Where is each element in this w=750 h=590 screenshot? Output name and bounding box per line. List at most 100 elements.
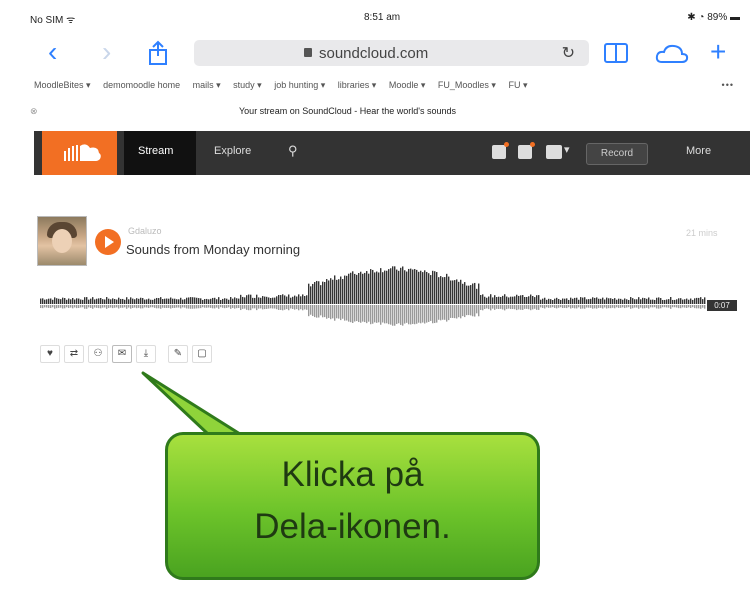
bookmarks-more[interactable]: ••• [722,80,734,90]
waveform-reflection [534,305,536,309]
waveform-bar [488,296,490,304]
waveform-bar [458,281,460,304]
bookmark-item[interactable]: job hunting ▾ [274,80,325,90]
waveform-bar [130,297,132,304]
waveform-reflection [352,305,354,323]
waveform-bar [278,294,280,304]
waveform-reflection [144,305,146,308]
delete-button[interactable]: ▢ [192,345,212,363]
waveform-reflection [486,305,488,309]
avatar[interactable] [37,216,87,266]
chevron-down-icon[interactable]: ▾ [564,143,570,156]
waveform-bar [208,299,210,304]
share-icon-browser[interactable] [148,40,168,66]
waveform-reflection [416,305,418,324]
waveform-bar [676,299,678,304]
download-button[interactable]: ⤓ [136,345,156,363]
waveform-bar [354,273,356,304]
waveform-reflection [290,305,292,309]
waveform-bar [258,297,260,304]
waveform-reflection [456,305,458,319]
waveform-bar [108,298,110,304]
upload-icon[interactable] [546,145,562,159]
waveform-bar [292,296,294,304]
waveform-reflection [118,305,120,309]
new-tab-icon[interactable]: + [710,38,726,66]
waveform-reflection [132,305,134,308]
waveform-bar [698,297,700,304]
waveform-bar [696,297,698,304]
like-button[interactable]: ♥ [40,345,60,363]
record-button[interactable]: Record [586,143,648,165]
search-icon[interactable]: ⚲ [288,143,298,159]
bookmark-item[interactable]: FU_Moodles ▾ [438,80,496,90]
waveform-bar [332,279,334,304]
waveform[interactable] [40,262,740,328]
edit-button[interactable]: ✎ [168,345,188,363]
waveform-reflection [106,305,108,309]
nav-explore[interactable]: Explore [214,145,251,157]
waveform-reflection [684,305,686,308]
waveform-bar [530,294,532,304]
soundcloud-cloud-icon [64,144,101,161]
waveform-reflection [652,305,654,308]
waveform-reflection [386,305,388,324]
repost-button[interactable]: ⇄ [64,345,84,363]
waveform-reflection [518,305,520,310]
waveform-bar [556,297,558,304]
waveform-reflection [74,305,76,308]
reader-icon[interactable] [603,42,629,64]
waveform-bar [536,295,538,304]
waveform-bar [54,297,56,304]
close-tab-icon[interactable]: ⊗ [30,106,38,117]
waveform-reflection [690,305,692,309]
cloud-icon[interactable] [654,42,690,66]
track-title[interactable]: Sounds from Monday morning [126,242,300,257]
waveform-bar [418,271,420,304]
notifications-icon[interactable] [518,145,532,159]
waveform-bar [206,298,208,304]
waveform-reflection [196,305,198,309]
waveform-reflection [308,305,310,317]
back-icon[interactable]: ‹ [48,38,57,66]
waveform-reflection [676,305,678,308]
soundcloud-logo[interactable] [42,131,117,175]
reload-icon[interactable]: ↻ [562,43,575,63]
waveform-bar [678,298,680,304]
waveform-reflection [488,305,490,310]
waveform-reflection [274,305,276,309]
bookmark-item[interactable]: demomoodle home [103,80,180,90]
waveform-reflection [318,305,320,318]
messages-icon[interactable] [492,145,506,159]
forward-icon[interactable]: › [102,38,111,66]
waveform-bar [652,299,654,304]
waveform-reflection [162,305,164,308]
waveform-bar [158,298,160,304]
bookmark-item[interactable]: MoodleBites ▾ [34,80,91,90]
address-bar[interactable]: soundcloud.com ↻ [194,40,589,66]
bookmark-item[interactable]: mails ▾ [193,80,221,90]
trash-icon: ▢ [197,348,207,359]
bookmark-item[interactable]: Moodle ▾ [389,80,426,90]
nav-stream[interactable]: Stream [138,145,173,157]
waveform-bar [178,299,180,304]
waveform-reflection [440,305,442,321]
waveform-bar [44,299,46,304]
waveform-reflection [536,305,538,310]
add-to-playlist-button[interactable]: ⚇ [88,345,108,363]
waveform-reflection [350,305,352,323]
bookmark-item[interactable]: study ▾ [233,80,262,90]
waveform-bar [312,283,314,304]
waveform-bar [670,297,672,304]
play-button[interactable] [95,229,121,255]
more-menu[interactable]: More [686,145,711,157]
waveform-bar [236,298,238,304]
waveform-reflection [640,305,642,308]
waveform-bar [222,298,224,304]
share-button[interactable]: ✉ [112,345,132,363]
waveform-reflection [178,305,180,308]
bookmark-item[interactable]: libraries ▾ [338,80,377,90]
track-username[interactable]: Gdaluzo [128,226,162,236]
bookmark-item[interactable]: FU ▾ [508,80,527,90]
waveform-bar [240,294,242,304]
